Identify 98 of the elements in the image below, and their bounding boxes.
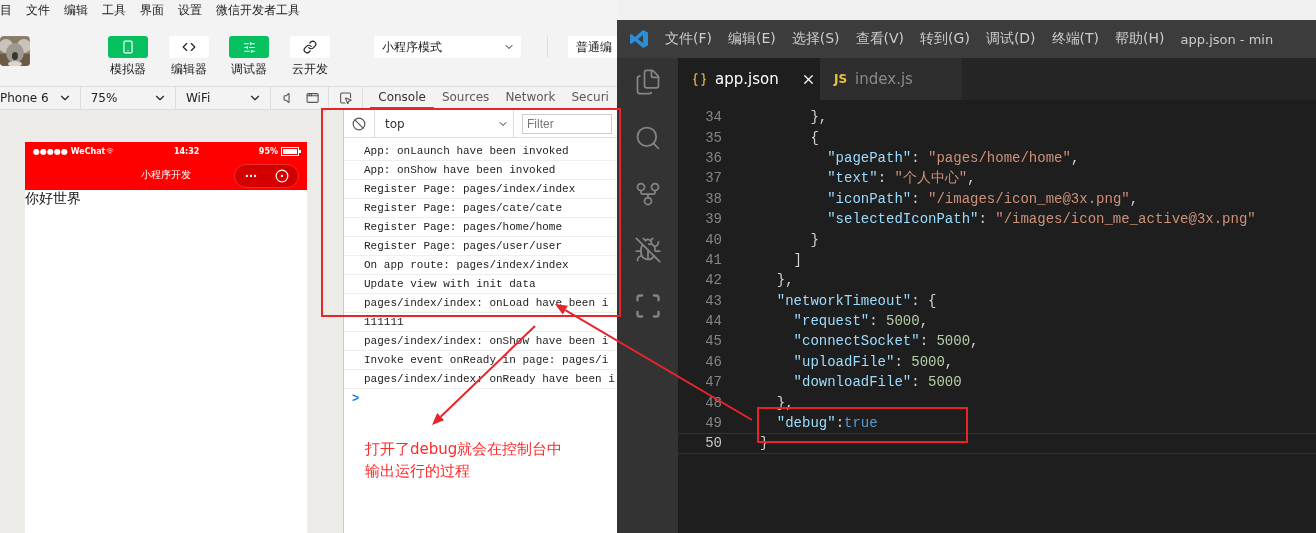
file-type-label: JS (834, 72, 848, 86)
page-text: 你好世界 (25, 190, 81, 208)
capsule-button[interactable] (234, 164, 299, 188)
code-line: { (809, 129, 819, 146)
line-number: 38 (704, 190, 722, 207)
editor-tab[interactable]: app.json (678, 58, 820, 100)
line-number: 35 (704, 129, 722, 146)
line-number: 37 (704, 170, 722, 187)
menu-item[interactable]: 帮助(H) (1115, 30, 1165, 48)
menu-item[interactable]: 文件 (26, 1, 50, 19)
code-line: }, (775, 272, 794, 289)
network-select[interactable]: WiFi (175, 87, 272, 109)
window-icon[interactable] (306, 91, 320, 105)
code-line: "pagePath": "pages/home/home", (826, 149, 1080, 166)
line-number: 49 (704, 415, 722, 432)
menu-item[interactable]: 查看(V) (855, 30, 905, 48)
menu-item[interactable]: 编辑 (64, 1, 88, 19)
clock-text: 14:32 (173, 146, 200, 156)
log-message: On app route: pages/index/index (364, 259, 569, 271)
menu-item[interactable]: 设置 (178, 1, 202, 19)
toolbar-label: 模拟器 (109, 61, 146, 78)
line-number: 46 (704, 353, 722, 370)
menu-item[interactable]: 微信开发者工具 (216, 1, 300, 19)
menu-item[interactable]: 文件(F) (665, 30, 712, 48)
log-message: Register Page: pages/index/index (364, 183, 576, 195)
frame-icon[interactable] (633, 292, 662, 320)
link-icon (302, 40, 317, 54)
braces-icon (692, 71, 707, 87)
code-line: "connectSocket": 5000, (792, 333, 979, 350)
log-message: Register Page: pages/cate/cate (364, 202, 563, 214)
log-message: 111111 (364, 316, 404, 328)
log-message: Register Page: pages/user/user (364, 240, 563, 252)
console-prompt[interactable]: > (344, 391, 360, 406)
menu-item[interactable]: 转到(G) (920, 30, 970, 48)
clear-icon[interactable] (352, 116, 366, 131)
line-number: 34 (704, 109, 722, 126)
line-number: 40 (704, 231, 722, 248)
code-line: ] (792, 251, 802, 268)
menu-item[interactable]: 调试(D) (985, 30, 1036, 48)
log-message: Update view with init data (364, 278, 536, 290)
battery-text: 95% (258, 146, 278, 156)
line-number: 42 (704, 272, 722, 289)
carrier-text: ●●●●● WeChat (33, 146, 106, 156)
code-line: "debug":true (775, 415, 878, 432)
code-line: } (809, 231, 819, 248)
line-number: 43 (704, 292, 722, 309)
code-line: "networkTimeout": { (775, 292, 937, 309)
toolbar-label: 云开发 (291, 61, 328, 78)
line-number: 48 (704, 394, 722, 411)
devtools-tab[interactable]: Sources (433, 87, 498, 109)
editor-tab[interactable]: JS index.js (820, 58, 962, 100)
log-message: pages/index/index: onReady have been i (364, 373, 615, 385)
line-number: 44 (704, 313, 722, 330)
toolbar-label: 调试器 (231, 61, 268, 78)
compile-select[interactable]: 普通编 (568, 36, 617, 58)
context-select[interactable]: top (374, 110, 514, 137)
annotation-caption: 打开了debug就会在控制台中 输出运行的过程 (365, 439, 563, 482)
menu-item[interactable]: 工具 (102, 1, 126, 19)
window-title: app.json - min (1180, 31, 1274, 47)
code-line: "iconPath": "/images/icon_me@3x.png", (826, 190, 1139, 207)
line-number: 39 (704, 211, 722, 228)
device-select[interactable]: Phone 6 (0, 87, 81, 109)
code-line: "uploadFile": 5000, (792, 353, 954, 370)
menu-item[interactable]: 选择(S) (791, 30, 840, 48)
code-line: "selectedIconPath": "/images/icon_me_active@3x.png" (826, 211, 1256, 228)
menu-item[interactable]: 目 (0, 1, 12, 19)
log-message: Invoke event onReady in page: pages/i (364, 354, 609, 366)
log-message: App: onShow have been invoked (364, 164, 556, 176)
log-message: Register Page: pages/home/home (364, 221, 563, 233)
bug-icon[interactable] (633, 236, 662, 264)
devtools-tab[interactable]: Securi (563, 87, 617, 109)
mode-select[interactable]: 小程序模式 (374, 36, 522, 58)
logo-icon (629, 29, 649, 49)
battery-icon (281, 146, 301, 156)
line-number: 47 (704, 374, 722, 391)
menu-item[interactable]: 界面 (140, 1, 164, 19)
zoom-select[interactable]: 75% (80, 87, 176, 109)
log-message: App: onLaunch have been invoked (364, 145, 569, 157)
toolbar-label: 编辑器 (170, 61, 207, 78)
code-line: "text": "个人中心", (826, 169, 976, 188)
menu-item[interactable]: 编辑(E) (728, 30, 776, 48)
devtools-tab[interactable]: Network (497, 87, 564, 109)
line-number: 41 (704, 251, 722, 268)
filter-field[interactable]: Filter (522, 113, 612, 134)
inspect-icon[interactable] (338, 91, 352, 105)
toolbar-button[interactable] (289, 36, 330, 58)
code-line: }, (809, 109, 828, 126)
line-number: 36 (704, 149, 722, 166)
line-number: 45 (704, 333, 722, 350)
line-number: 50 (704, 435, 722, 452)
menu-item[interactable]: 终端(T) (1051, 30, 1100, 48)
wifi-icon (106, 147, 115, 155)
page-title: 小程序开发 (141, 168, 191, 182)
sliders-icon (242, 40, 256, 54)
phone-icon (120, 40, 135, 54)
code-icon (181, 40, 196, 54)
code-line: "request": 5000, (792, 313, 929, 330)
code-line: "downloadFile": 5000 (792, 374, 962, 391)
